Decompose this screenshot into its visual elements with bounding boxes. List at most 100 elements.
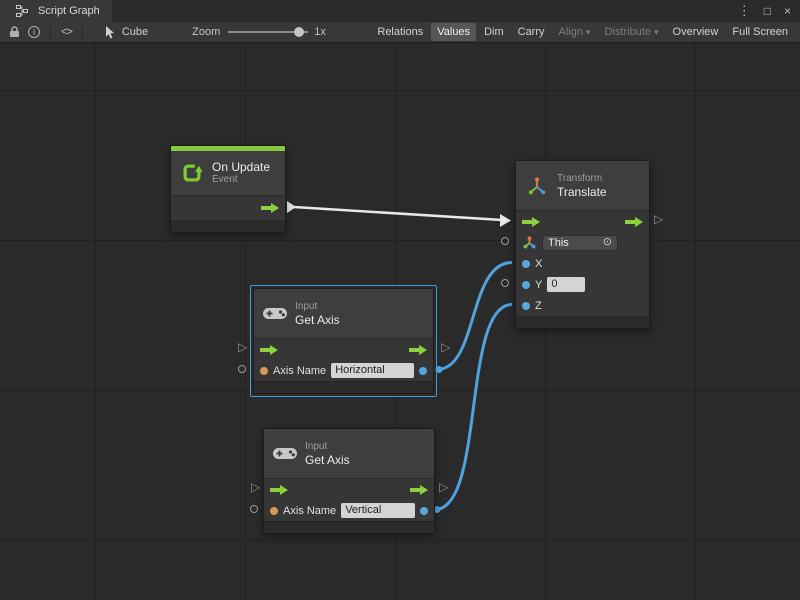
gamepad-icon	[272, 447, 298, 460]
node-category: Input	[305, 441, 350, 453]
dim-button[interactable]: Dim	[478, 23, 510, 41]
gamepad-icon	[262, 307, 288, 320]
selected-node-outline: Input Get Axis Axis Name Horizontal	[250, 285, 437, 397]
graph-icon	[16, 5, 28, 17]
node-footer	[516, 316, 649, 328]
tab-script-graph[interactable]: Script Graph	[0, 0, 112, 22]
align-button[interactable]: Align ▾	[553, 23, 597, 41]
flow-input-triangle-port[interactable]: ▷	[251, 481, 260, 493]
zoom-slider[interactable]	[228, 25, 308, 39]
align-label: Align	[559, 26, 583, 38]
z-input-row: Z	[516, 295, 649, 316]
flow-input-port[interactable]	[270, 485, 288, 495]
axis-name-ring-port[interactable]	[238, 365, 246, 373]
axis-value-output-dot[interactable]	[419, 367, 427, 375]
axis-name-label: Axis Name	[283, 505, 336, 517]
fullscreen-button[interactable]: Full Screen	[726, 23, 794, 41]
maximize-icon[interactable]: □	[764, 4, 771, 18]
node-header: Input Get Axis	[264, 429, 434, 479]
axis-value-output-dot[interactable]	[420, 507, 428, 515]
caret-down-icon: ▾	[654, 27, 659, 38]
flow-output-port[interactable]	[410, 485, 428, 495]
x-input-row: X	[516, 253, 649, 274]
flow-wire-arrowhead	[500, 214, 511, 227]
flow-wire[interactable]	[294, 207, 502, 220]
node-get-axis-horizontal[interactable]: Input Get Axis Axis Name Horizontal	[253, 288, 434, 394]
x-port-label: X	[535, 258, 542, 270]
axis-name-port-dot[interactable]	[260, 367, 268, 375]
script-graph-window: Script Graph ⋮ □ × i <> Cube Zoo	[0, 0, 800, 600]
flow-output-triangle-port[interactable]: ▷	[441, 341, 450, 353]
graph-canvas[interactable]: On Update Event	[0, 43, 800, 600]
node-category: Input	[295, 301, 340, 313]
zoom-slider-knob[interactable]	[294, 27, 304, 37]
flow-input-triangle-port[interactable]: ▷	[238, 341, 247, 353]
y-port-label: Y	[535, 279, 542, 291]
node-title: On Update	[212, 160, 270, 174]
node-footer	[254, 381, 433, 393]
value-wire-vertical[interactable]	[435, 305, 512, 510]
axis-name-field[interactable]: Vertical	[341, 503, 415, 518]
zoom-value: 1x	[314, 26, 326, 38]
node-footer	[264, 521, 434, 533]
z-port-label: Z	[535, 300, 542, 312]
flow-output-port[interactable]	[625, 217, 643, 227]
this-object-field[interactable]: This ⊙	[542, 235, 618, 251]
node-category: Transform	[557, 173, 607, 185]
node-title: Get Axis	[295, 313, 340, 327]
graph-toolbar: i <> Cube Zoom 1x Relations Values Dim C…	[0, 22, 800, 43]
object-picker-icon[interactable]: ⊙	[603, 237, 612, 248]
toolbar-separator	[50, 26, 51, 39]
distribute-button[interactable]: Distribute ▾	[599, 23, 665, 41]
node-subtitle: Event	[212, 174, 270, 186]
flow-output-port[interactable]	[409, 345, 427, 355]
carry-button[interactable]: Carry	[512, 23, 551, 41]
values-button[interactable]: Values	[431, 23, 476, 41]
toolbar-separator	[82, 26, 83, 39]
y-port-dot[interactable]	[522, 281, 530, 289]
lock-icon[interactable]	[9, 26, 20, 38]
distribute-label: Distribute	[605, 26, 651, 38]
axis-name-row: Axis Name Vertical	[264, 500, 434, 521]
axis-name-label: Axis Name	[273, 365, 326, 377]
axis-name-port-dot[interactable]	[270, 507, 278, 515]
flow-row	[516, 211, 649, 232]
caret-down-icon: ▾	[586, 27, 591, 38]
node-on-update[interactable]: On Update Event	[170, 145, 286, 233]
node-get-axis-vertical[interactable]: Input Get Axis Axis Name Vertical	[263, 428, 435, 534]
code-icon[interactable]: <>	[61, 26, 72, 38]
flow-wire-start-port[interactable]	[287, 201, 296, 213]
axis-name-field[interactable]: Horizontal	[331, 363, 414, 378]
relations-button[interactable]: Relations	[371, 23, 429, 41]
menu-icon[interactable]: ⋮	[738, 3, 751, 19]
flow-output-row	[171, 196, 285, 220]
info-icon[interactable]: i	[28, 26, 40, 38]
y-input-ring-port[interactable]	[501, 279, 509, 287]
node-translate[interactable]: Transform Translate	[515, 160, 650, 329]
window-controls: ⋮ □ ×	[738, 0, 800, 22]
flow-output-triangle-port[interactable]: ▷	[439, 481, 448, 493]
tab-bar: Script Graph ⋮ □ ×	[0, 0, 800, 22]
flow-output-triangle-port[interactable]: ▷	[654, 213, 663, 225]
close-icon[interactable]: ×	[784, 4, 791, 18]
y-value-field[interactable]: 0	[547, 277, 585, 292]
overview-button[interactable]: Overview	[667, 23, 725, 41]
node-header: On Update Event	[171, 151, 285, 196]
tab-title: Script Graph	[38, 5, 100, 17]
x-port-dot[interactable]	[522, 260, 530, 268]
flow-input-port[interactable]	[260, 345, 278, 355]
transform-mini-icon	[522, 236, 537, 249]
z-port-dot[interactable]	[522, 302, 530, 310]
graph-target-label: Cube	[122, 26, 148, 38]
this-row: This ⊙	[516, 232, 649, 253]
flow-output-port[interactable]	[261, 203, 279, 213]
axis-name-row: Axis Name Horizontal	[254, 360, 433, 381]
node-title: Translate	[557, 185, 607, 199]
node-header: Transform Translate	[516, 161, 649, 211]
axis-name-ring-port[interactable]	[250, 505, 258, 513]
this-input-ring-port[interactable]	[501, 237, 509, 245]
flow-input-port[interactable]	[522, 217, 540, 227]
node-footer	[171, 220, 285, 232]
flow-row	[264, 479, 434, 500]
node-title: Get Axis	[305, 453, 350, 467]
